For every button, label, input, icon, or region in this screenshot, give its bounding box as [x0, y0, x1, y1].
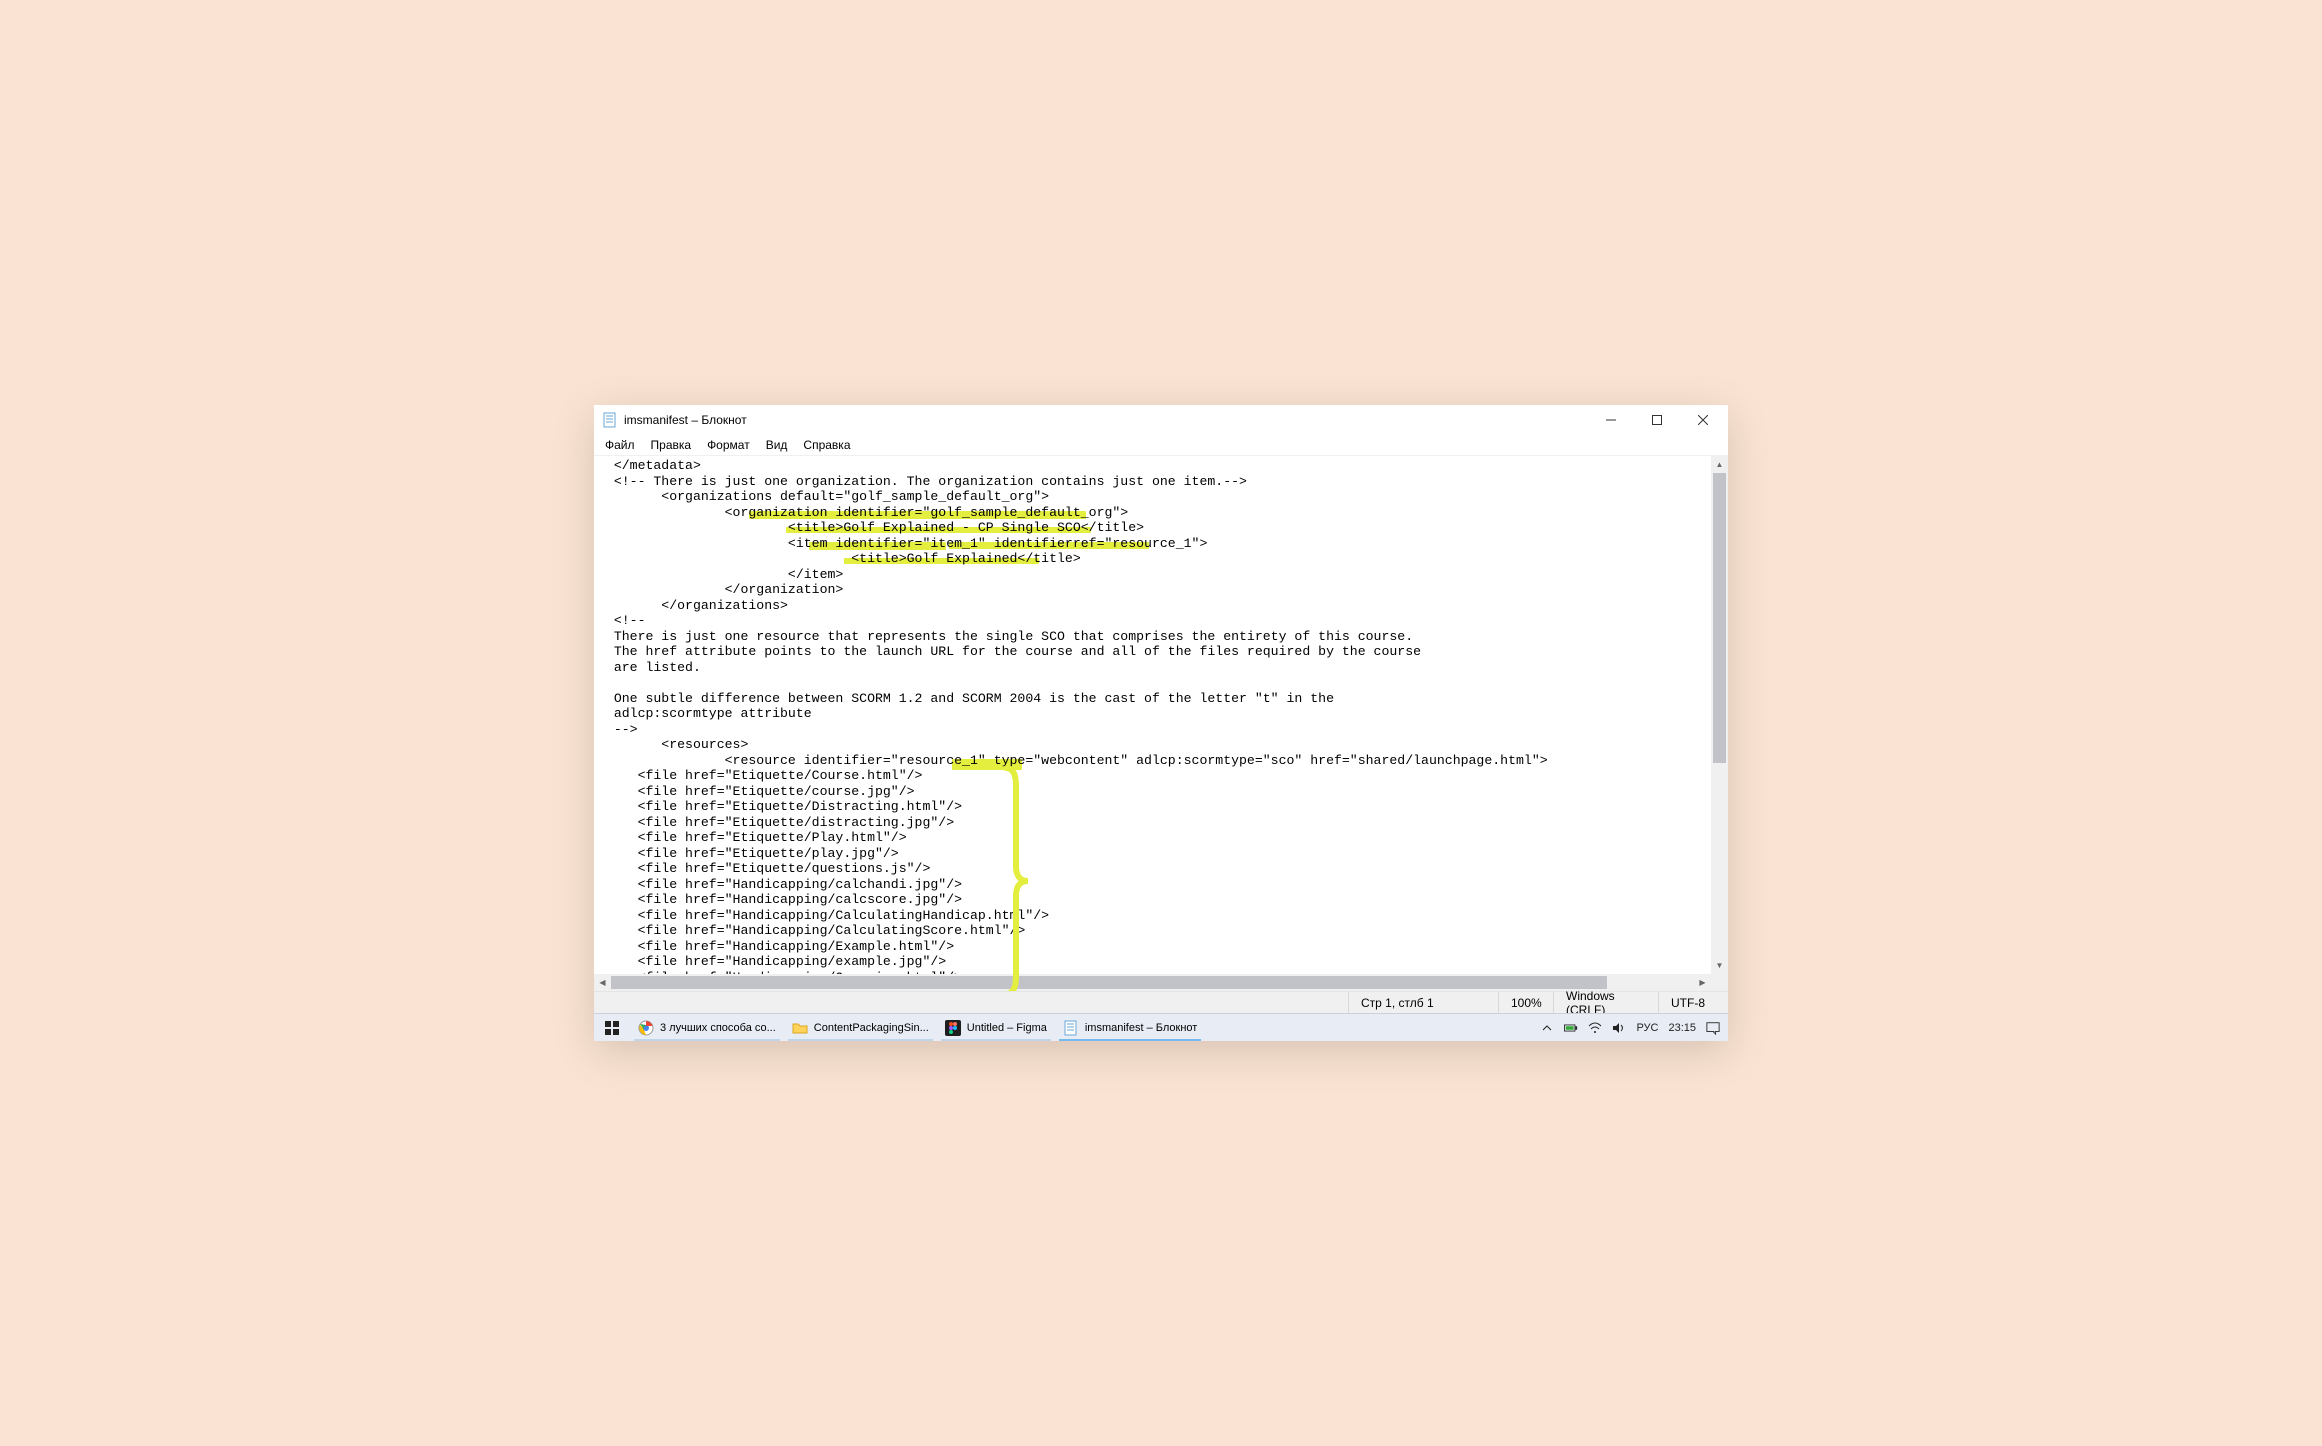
maximize-icon: [1652, 415, 1662, 425]
minimize-icon: [1606, 415, 1616, 425]
vertical-scrollbar[interactable]: ▲ ▼: [1711, 456, 1728, 974]
taskbar-notepad[interactable]: imsmanifest – Блокнот: [1055, 1014, 1205, 1041]
scrollbar-corner: [1711, 974, 1728, 991]
menubar: Файл Правка Формат Вид Справка: [594, 435, 1728, 455]
taskbar-figma-label: Untitled – Figma: [967, 1022, 1047, 1034]
wifi-icon[interactable]: [1588, 1022, 1602, 1034]
scroll-left-button[interactable]: ◀: [594, 974, 611, 991]
notepad-icon: [602, 412, 618, 428]
figma-icon: [945, 1020, 961, 1036]
scroll-down-button[interactable]: ▼: [1711, 957, 1728, 974]
tray-language[interactable]: РУС: [1636, 1022, 1658, 1034]
taskbar-explorer[interactable]: ContentPackagingSin...: [784, 1014, 937, 1041]
notepad-task-icon: [1063, 1020, 1079, 1036]
taskbar-figma[interactable]: Untitled – Figma: [937, 1014, 1055, 1041]
taskbar-chrome[interactable]: 3 лучших способа со...: [630, 1014, 784, 1041]
taskbar-explorer-label: ContentPackagingSin...: [814, 1022, 929, 1034]
windows-icon: [604, 1020, 620, 1036]
status-encoding: UTF-8: [1658, 992, 1728, 1013]
notifications-icon[interactable]: [1706, 1021, 1720, 1035]
volume-icon[interactable]: [1612, 1022, 1626, 1034]
tray-chevron-icon[interactable]: [1540, 1023, 1554, 1033]
system-tray: РУС 23:15: [1532, 1014, 1728, 1041]
notepad-window: imsmanifest – Блокнот Файл Правка Формат…: [594, 405, 1728, 1041]
window-title: imsmanifest – Блокнот: [624, 413, 747, 427]
vertical-scroll-thumb[interactable]: [1713, 473, 1726, 763]
scroll-right-button[interactable]: ▶: [1694, 974, 1711, 991]
battery-icon[interactable]: [1564, 1023, 1578, 1033]
close-icon: [1698, 415, 1708, 425]
vertical-scroll-track[interactable]: [1711, 473, 1728, 957]
menu-help[interactable]: Справка: [796, 437, 857, 453]
start-button[interactable]: [594, 1014, 630, 1041]
menu-file[interactable]: Файл: [598, 437, 642, 453]
status-eol: Windows (CRLF): [1553, 992, 1658, 1013]
editor-content[interactable]: </metadata> <!-- There is just one organ…: [594, 456, 1711, 974]
titlebar: imsmanifest – Блокнот: [594, 405, 1728, 435]
horizontal-scrollbar[interactable]: ◀ ▶: [594, 974, 1711, 991]
statusbar: Стр 1, стлб 1 100% Windows (CRLF) UTF-8: [594, 991, 1728, 1013]
status-zoom: 100%: [1498, 992, 1553, 1013]
folder-icon: [792, 1020, 808, 1036]
menu-format[interactable]: Формат: [700, 437, 757, 453]
horizontal-scroll-thumb[interactable]: [611, 976, 1607, 989]
menu-view[interactable]: Вид: [759, 437, 795, 453]
chrome-icon: [638, 1020, 654, 1036]
minimize-button[interactable]: [1588, 405, 1634, 435]
horizontal-scroll-track[interactable]: [611, 974, 1694, 991]
taskbar: 3 лучших способа со... ContentPackagingS…: [594, 1013, 1728, 1041]
editor-area: </metadata> <!-- There is just one organ…: [594, 455, 1728, 991]
maximize-button[interactable]: [1634, 405, 1680, 435]
scroll-up-button[interactable]: ▲: [1711, 456, 1728, 473]
close-button[interactable]: [1680, 405, 1726, 435]
taskbar-notepad-label: imsmanifest – Блокнот: [1085, 1022, 1197, 1034]
status-position: Стр 1, стлб 1: [1348, 992, 1498, 1013]
taskbar-chrome-label: 3 лучших способа со...: [660, 1022, 776, 1034]
menu-edit[interactable]: Правка: [644, 437, 699, 453]
tray-clock[interactable]: 23:15: [1668, 1022, 1696, 1034]
